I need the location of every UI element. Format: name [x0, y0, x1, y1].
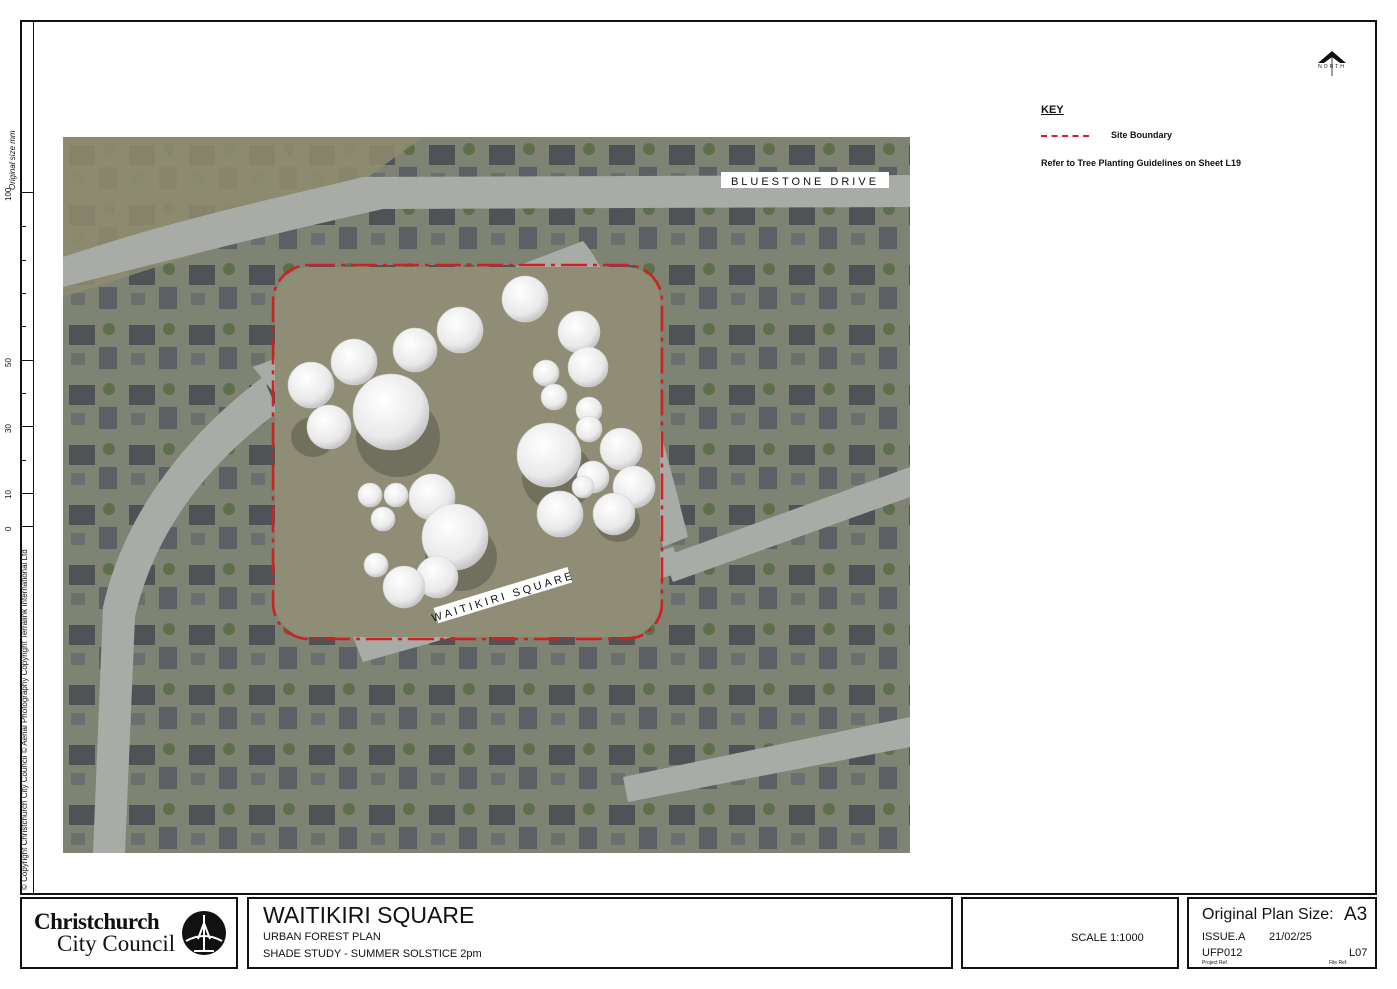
logo-panel: Christchurch City Council	[20, 897, 238, 969]
scale-text: SCALE 1:1000	[1071, 932, 1144, 944]
plan-size-label: Original Plan Size:	[1202, 906, 1334, 923]
logo-line-2: City Council	[57, 931, 176, 956]
ruler-label: 10	[4, 490, 13, 499]
ruler-tick	[20, 526, 34, 527]
project-title: WAITIKIRI SQUARE	[263, 902, 475, 928]
map-key: KEY Site Boundary Refer to Tree Planting…	[1041, 104, 1241, 168]
ruler-tick	[20, 360, 34, 361]
file-ref-caption: File Ref.	[1329, 960, 1348, 966]
copyright-credit: © Copyright Christchurch City Council © …	[20, 549, 29, 890]
site-boundary-swatch	[1041, 135, 1089, 137]
file-ref: L07	[1349, 947, 1368, 959]
issue-label: ISSUE.A	[1202, 931, 1246, 943]
ruler-tick	[20, 226, 26, 227]
ruler-label: 100	[4, 187, 13, 201]
north-arrow-icon	[1318, 51, 1346, 76]
issue-date: 21/02/25	[1269, 931, 1312, 943]
key-item-site-boundary: Site Boundary	[1041, 130, 1301, 142]
logo-line-1: Christchurch	[34, 909, 160, 934]
north-label: NORTH	[1318, 64, 1346, 70]
key-item-label: Site Boundary	[1111, 130, 1173, 140]
svg-text:BLUESTONE DRIVE: BLUESTONE DRIVE	[731, 176, 879, 188]
ruler-label: 30	[4, 424, 13, 433]
drawing-title: SHADE STUDY - SUMMER SOLSTICE 2pm	[263, 948, 482, 960]
project-subtitle: URBAN FOREST PLAN	[263, 931, 381, 943]
ruler-tick	[20, 293, 26, 294]
project-ref: UFP012	[1202, 947, 1243, 959]
project-ref-caption: Project Ref.	[1202, 960, 1229, 966]
ruler-label: 0	[4, 526, 13, 531]
project-title-panel: WAITIKIRI SQUARE URBAN FOREST PLAN SHADE…	[247, 897, 953, 969]
plan-info-panel: Original Plan Size: A3 ISSUE.A 21/02/25 …	[1187, 897, 1377, 969]
street-label-bluestone-drive: BLUESTONE DRIVE	[721, 172, 889, 188]
scale-panel: SCALE 1:1000	[961, 897, 1179, 969]
ruler-tick	[20, 493, 34, 494]
ruler-label: 50	[4, 358, 13, 367]
ruler-caption: Original size mm	[8, 130, 17, 190]
ccc-cathedral-logo-icon	[182, 911, 226, 955]
key-title: KEY	[1041, 104, 1064, 116]
key-note: Refer to Tree Planting Guidelines on She…	[1041, 158, 1242, 168]
ruler-tick	[20, 393, 26, 394]
ruler-tick	[20, 192, 34, 193]
aerial-map: BLUESTONE DRIVE WAITIKIRI SQUARE	[63, 137, 910, 853]
council-logo-text: Christchurch City Council	[34, 909, 176, 956]
ruler-tick	[20, 426, 34, 427]
ruler-tick	[20, 326, 26, 327]
plan-size-value: A3	[1344, 904, 1368, 925]
ruler-tick	[20, 260, 26, 261]
ruler-tick	[20, 460, 26, 461]
